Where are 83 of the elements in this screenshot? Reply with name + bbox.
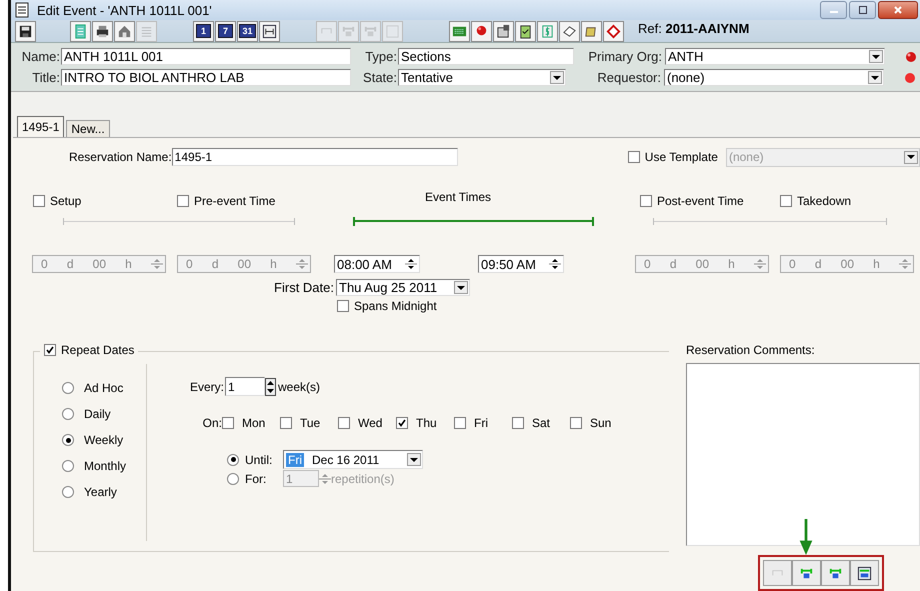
end-time-field[interactable]: 09:50 AM xyxy=(478,255,564,273)
radio-button[interactable] xyxy=(62,382,74,394)
checkbox[interactable] xyxy=(570,417,582,429)
spinner-icon[interactable] xyxy=(549,257,561,271)
close-icon xyxy=(893,5,903,16)
checkbox-label: Sat xyxy=(532,416,550,430)
radio-label: Until: xyxy=(245,452,272,466)
checkbox[interactable] xyxy=(33,195,45,207)
window-title: Edit Event - 'ANTH 1011L 001' xyxy=(37,2,212,18)
field-label: Title: xyxy=(31,70,60,85)
spinner-icon[interactable] xyxy=(265,378,276,396)
radio-label: Ad Hoc xyxy=(84,381,124,395)
checkbox[interactable] xyxy=(177,195,189,207)
radio-label: Daily xyxy=(84,407,111,421)
calendar-button[interactable]: 7 xyxy=(215,20,236,42)
checkbox-label: Use Template xyxy=(644,150,718,164)
reservation-name-field[interactable]: 1495-1 xyxy=(172,148,458,166)
checkbox-label: Tue xyxy=(300,416,320,430)
checkbox-label: Thu xyxy=(416,416,437,430)
checkbox-label: Post-event Time xyxy=(657,194,744,208)
checkbox[interactable] xyxy=(512,417,524,429)
checkbox[interactable] xyxy=(44,344,56,356)
toolbar-button[interactable] xyxy=(850,560,879,586)
calendar-button[interactable]: 31 xyxy=(237,20,258,42)
end-date-dropdown[interactable]: Fri Dec 16 2011 xyxy=(283,450,423,469)
checkbox-label: Setup xyxy=(50,194,82,208)
state-dropdown[interactable]: Tentative xyxy=(398,69,566,86)
field-label: Reservation Comments: xyxy=(686,343,816,357)
field-label: First Date: xyxy=(273,280,334,295)
checkbox-label: Wed xyxy=(358,416,382,430)
checkbox[interactable] xyxy=(337,300,349,312)
radio-label: Monthly xyxy=(84,459,126,473)
name-field[interactable]: ANTH 1011L 001 xyxy=(61,48,351,65)
calendar-button[interactable]: 1 xyxy=(193,20,214,42)
checkbox[interactable] xyxy=(640,195,652,207)
radio-label: Yearly xyxy=(84,485,117,499)
title-field[interactable]: INTRO TO BIOL ANTHRO LAB xyxy=(61,69,351,86)
field-label: Requestor: xyxy=(596,70,661,85)
checkbox-label: Pre-event Time xyxy=(194,194,276,208)
unit-label: repetition(s) xyxy=(331,472,394,486)
checkbox[interactable] xyxy=(454,417,466,429)
field-label: State: xyxy=(362,70,397,85)
spinner-icon[interactable] xyxy=(405,257,417,271)
tab[interactable]: New... xyxy=(66,120,110,137)
checkbox[interactable] xyxy=(280,417,292,429)
type-field[interactable]: Sections xyxy=(398,48,574,65)
maximize-button[interactable] xyxy=(849,1,876,20)
checkbox-label: Mon xyxy=(242,416,266,430)
first-date-dropdown[interactable]: Thu Aug 25 2011 xyxy=(336,279,470,296)
checkbox-label: Sun xyxy=(590,416,612,430)
checkbox[interactable] xyxy=(222,417,234,429)
maximize-icon xyxy=(858,5,868,16)
radio-label: Weekly xyxy=(84,433,124,447)
checkbox[interactable] xyxy=(780,195,792,207)
radio-button[interactable] xyxy=(62,486,74,498)
document-icon xyxy=(15,2,29,18)
checkbox[interactable] xyxy=(338,417,350,429)
unit-label: week(s) xyxy=(278,380,320,394)
radio-button[interactable] xyxy=(227,454,239,466)
radio-button[interactable] xyxy=(62,408,74,420)
checkbox-label: Fri xyxy=(474,416,488,430)
radio-label: For: xyxy=(245,472,266,486)
field-label: Reservation Name: xyxy=(68,150,172,164)
requestor-dropdown[interactable]: (none) xyxy=(664,69,884,86)
checkbox-label: Spans Midnight xyxy=(354,299,437,313)
start-time-field[interactable]: 08:00 AM xyxy=(334,255,420,273)
radio-button[interactable] xyxy=(62,460,74,472)
reference-number: Ref: 2011-AAIYNM xyxy=(638,20,750,36)
checkbox-label: Takedown xyxy=(797,194,852,208)
section-label: Event Times xyxy=(425,190,492,204)
field-label: On: xyxy=(202,416,222,430)
checkbox[interactable] xyxy=(396,417,408,429)
checkbox-label: Repeat Dates xyxy=(61,343,134,357)
field-label: Every: xyxy=(188,380,224,394)
interval-field[interactable]: 1 xyxy=(225,377,265,396)
field-label: Primary Org: xyxy=(587,49,662,64)
primary-org-dropdown[interactable]: ANTH xyxy=(665,48,885,65)
close-button[interactable] xyxy=(878,1,918,20)
field-label: Type: xyxy=(364,49,397,64)
comments-field[interactable] xyxy=(686,363,920,546)
radio-button[interactable] xyxy=(62,434,74,446)
field-label: Name: xyxy=(20,49,60,64)
tab[interactable]: 1495-1 xyxy=(17,116,64,137)
